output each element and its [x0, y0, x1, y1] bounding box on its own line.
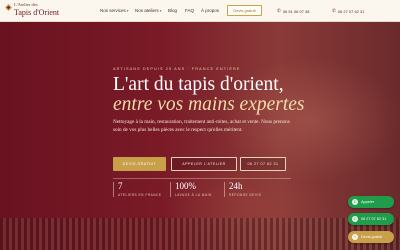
floating-phone-label: 06 27 07 62 31: [361, 217, 387, 221]
diamond-logo-icon: [5, 4, 12, 11]
phone-icon: ✆: [277, 8, 281, 13]
hero-description: Nettoyage à la main, restauration, trait…: [113, 119, 290, 133]
floating-quote-button[interactable]: ✎ Devis gratuit: [348, 231, 394, 243]
stat-handwash: 100% LAVAGE À LA MAIN: [170, 182, 212, 197]
header-phone-2-number: 06 27 07 62 31: [337, 8, 365, 14]
stat-handwash-label: LAVAGE À LA MAIN: [175, 193, 212, 197]
stat-response-label: RÉPONSE DEVIS: [229, 193, 262, 197]
nav-about[interactable]: À propos: [201, 8, 219, 13]
logo-text: L'Atelier des Tapis d'Orient: [14, 2, 60, 17]
nav-ateliers[interactable]: Nos ateliers▾: [135, 8, 162, 13]
hero-title-line-1: L'art du tapis d'orient,: [113, 74, 284, 95]
nav-faq-label: FAQ: [185, 8, 195, 13]
site-header: L'Atelier des Tapis d'Orient Nos service…: [0, 0, 400, 22]
nav-ateliers-label: Nos ateliers: [135, 8, 159, 13]
stats-divider: [113, 178, 291, 179]
document-icon: ✎: [352, 234, 358, 240]
hero-eyebrow: ARTISANS DEPUIS 25 ANS · FRANCE ENTIÈRE: [113, 67, 241, 71]
floating-call-label: Appeler: [361, 200, 375, 204]
phone-icon: ✆: [352, 199, 358, 205]
site-logo[interactable]: L'Atelier des Tapis d'Orient: [5, 2, 60, 17]
stat-response-value: 24h: [229, 181, 243, 191]
floating-call-button[interactable]: ✆ Appeler: [348, 196, 394, 208]
floating-phone-button[interactable]: ✆ 06 27 07 62 31: [348, 213, 394, 225]
stat-workshops-label: ATELIERS EN FRANCE: [118, 193, 162, 197]
phone-icon: ✆: [332, 8, 336, 13]
logo-line-1: L'Atelier des: [14, 2, 38, 7]
nav-blog-label: Blog: [168, 8, 178, 13]
hero-phone-button[interactable]: 06 27 07 62 31: [240, 157, 286, 171]
nav-services[interactable]: Nos services▾: [100, 8, 129, 13]
stat-workshops: 7 ATELIERS EN FRANCE: [113, 182, 161, 197]
chevron-down-icon: ▾: [159, 9, 162, 13]
nav-faq[interactable]: FAQ: [185, 8, 194, 13]
header-phone-1[interactable]: ✆ 06 51 06 07 38: [277, 8, 309, 14]
nav-services-label: Nos services: [100, 8, 126, 13]
stat-response: 24h RÉPONSE DEVIS: [224, 182, 262, 197]
stat-handwash-value: 100%: [175, 181, 196, 191]
hero-title-line-2: entre vos mains expertes: [113, 94, 305, 115]
header-phone-2[interactable]: ✆ 06 27 07 62 31: [332, 8, 364, 14]
nav-about-label: À propos: [201, 8, 220, 13]
rug-texture: [0, 218, 400, 250]
call-workshop-button[interactable]: APPELER L'ATELIER: [171, 157, 237, 171]
floating-quote-label: Devis gratuit: [361, 235, 383, 239]
header-quote-button[interactable]: Devis gratuit: [227, 5, 262, 16]
logo-line-2: Tapis d'Orient: [14, 7, 60, 17]
header-phone-1-number: 06 51 06 07 38: [282, 8, 310, 14]
stat-workshops-value: 7: [118, 181, 123, 191]
hero-quote-button[interactable]: DEVIS GRATUIT: [113, 157, 166, 171]
chevron-down-icon: ▾: [126, 9, 129, 13]
phone-icon: ✆: [352, 216, 358, 222]
nav-blog[interactable]: Blog: [168, 8, 177, 13]
